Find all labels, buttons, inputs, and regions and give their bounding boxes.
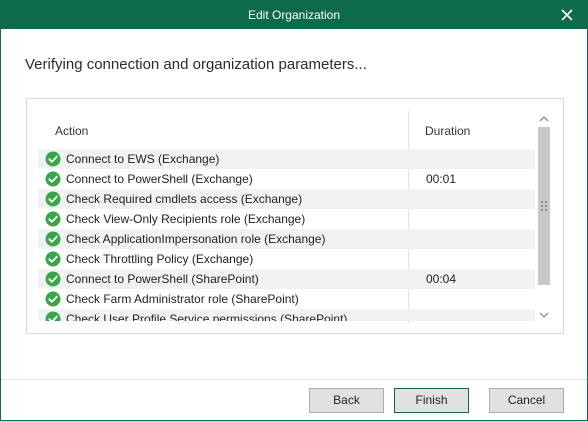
table-row[interactable]: Connect to PowerShell (SharePoint) 00:04 xyxy=(38,269,535,289)
vertical-scrollbar[interactable] xyxy=(536,111,552,323)
scroll-up-arrow-icon[interactable] xyxy=(539,113,549,123)
row-action-label: Connect to EWS (Exchange) xyxy=(66,152,220,166)
success-check-icon xyxy=(45,291,61,307)
scroll-down-arrow-icon[interactable] xyxy=(539,309,549,319)
finish-button[interactable]: Finish xyxy=(394,388,469,413)
row-action-label: Connect to PowerShell (SharePoint) xyxy=(66,272,259,286)
table-row[interactable]: Check User Profile Service permissions (… xyxy=(38,309,535,321)
grid-rows: Connect to EWS (Exchange) Connect to Powe… xyxy=(38,149,535,321)
row-action-label: Check View-Only Recipients role (Exchang… xyxy=(66,212,306,226)
scrollbar-thumb[interactable] xyxy=(538,127,550,285)
success-check-icon xyxy=(45,211,61,227)
row-action-label: Check Throttling Policy (Exchange) xyxy=(66,252,254,266)
close-icon[interactable] xyxy=(557,5,577,25)
edit-organization-dialog: Edit Organization Verifying connection a… xyxy=(0,0,588,421)
row-action-label: Check Required cmdlets access (Exchange) xyxy=(66,192,303,206)
table-row[interactable]: Check View-Only Recipients role (Exchang… xyxy=(38,209,535,229)
cancel-button[interactable]: Cancel xyxy=(489,388,564,413)
grid-header: Action Duration xyxy=(27,99,535,149)
row-action-label: Check Farm Administrator role (SharePoin… xyxy=(66,292,299,306)
table-row[interactable]: Connect to PowerShell (Exchange) 00:01 xyxy=(38,169,535,189)
success-check-icon xyxy=(45,271,61,287)
success-check-icon xyxy=(45,151,61,167)
column-header-action[interactable]: Action xyxy=(55,124,88,138)
title-bar: Edit Organization xyxy=(1,1,587,29)
grip-icon xyxy=(541,200,547,212)
success-check-icon xyxy=(45,251,61,267)
success-check-icon xyxy=(45,311,61,321)
row-action-label: Connect to PowerShell (Exchange) xyxy=(66,172,253,186)
window-title: Edit Organization xyxy=(247,8,341,22)
verification-grid: Action Duration Connect to EWS (Exchange… xyxy=(26,98,564,334)
row-duration: 00:04 xyxy=(426,272,457,286)
row-action-label: Check ApplicationImpersonation role (Exc… xyxy=(66,232,326,246)
table-row[interactable]: Connect to EWS (Exchange) xyxy=(38,149,535,169)
success-check-icon xyxy=(45,171,61,187)
page-heading: Verifying connection and organization pa… xyxy=(25,56,367,73)
table-row[interactable]: Check Throttling Policy (Exchange) xyxy=(38,249,535,269)
column-header-duration[interactable]: Duration xyxy=(425,124,470,138)
back-button[interactable]: Back xyxy=(309,388,384,413)
table-row[interactable]: Check Required cmdlets access (Exchange) xyxy=(38,189,535,209)
table-row[interactable]: Check Farm Administrator role (SharePoin… xyxy=(38,289,535,309)
row-action-label: Check User Profile Service permissions (… xyxy=(66,312,348,321)
success-check-icon xyxy=(45,231,61,247)
row-duration: 00:01 xyxy=(426,172,457,186)
success-check-icon xyxy=(45,191,61,207)
table-row[interactable]: Check ApplicationImpersonation role (Exc… xyxy=(38,229,535,249)
footer-divider xyxy=(1,379,587,380)
